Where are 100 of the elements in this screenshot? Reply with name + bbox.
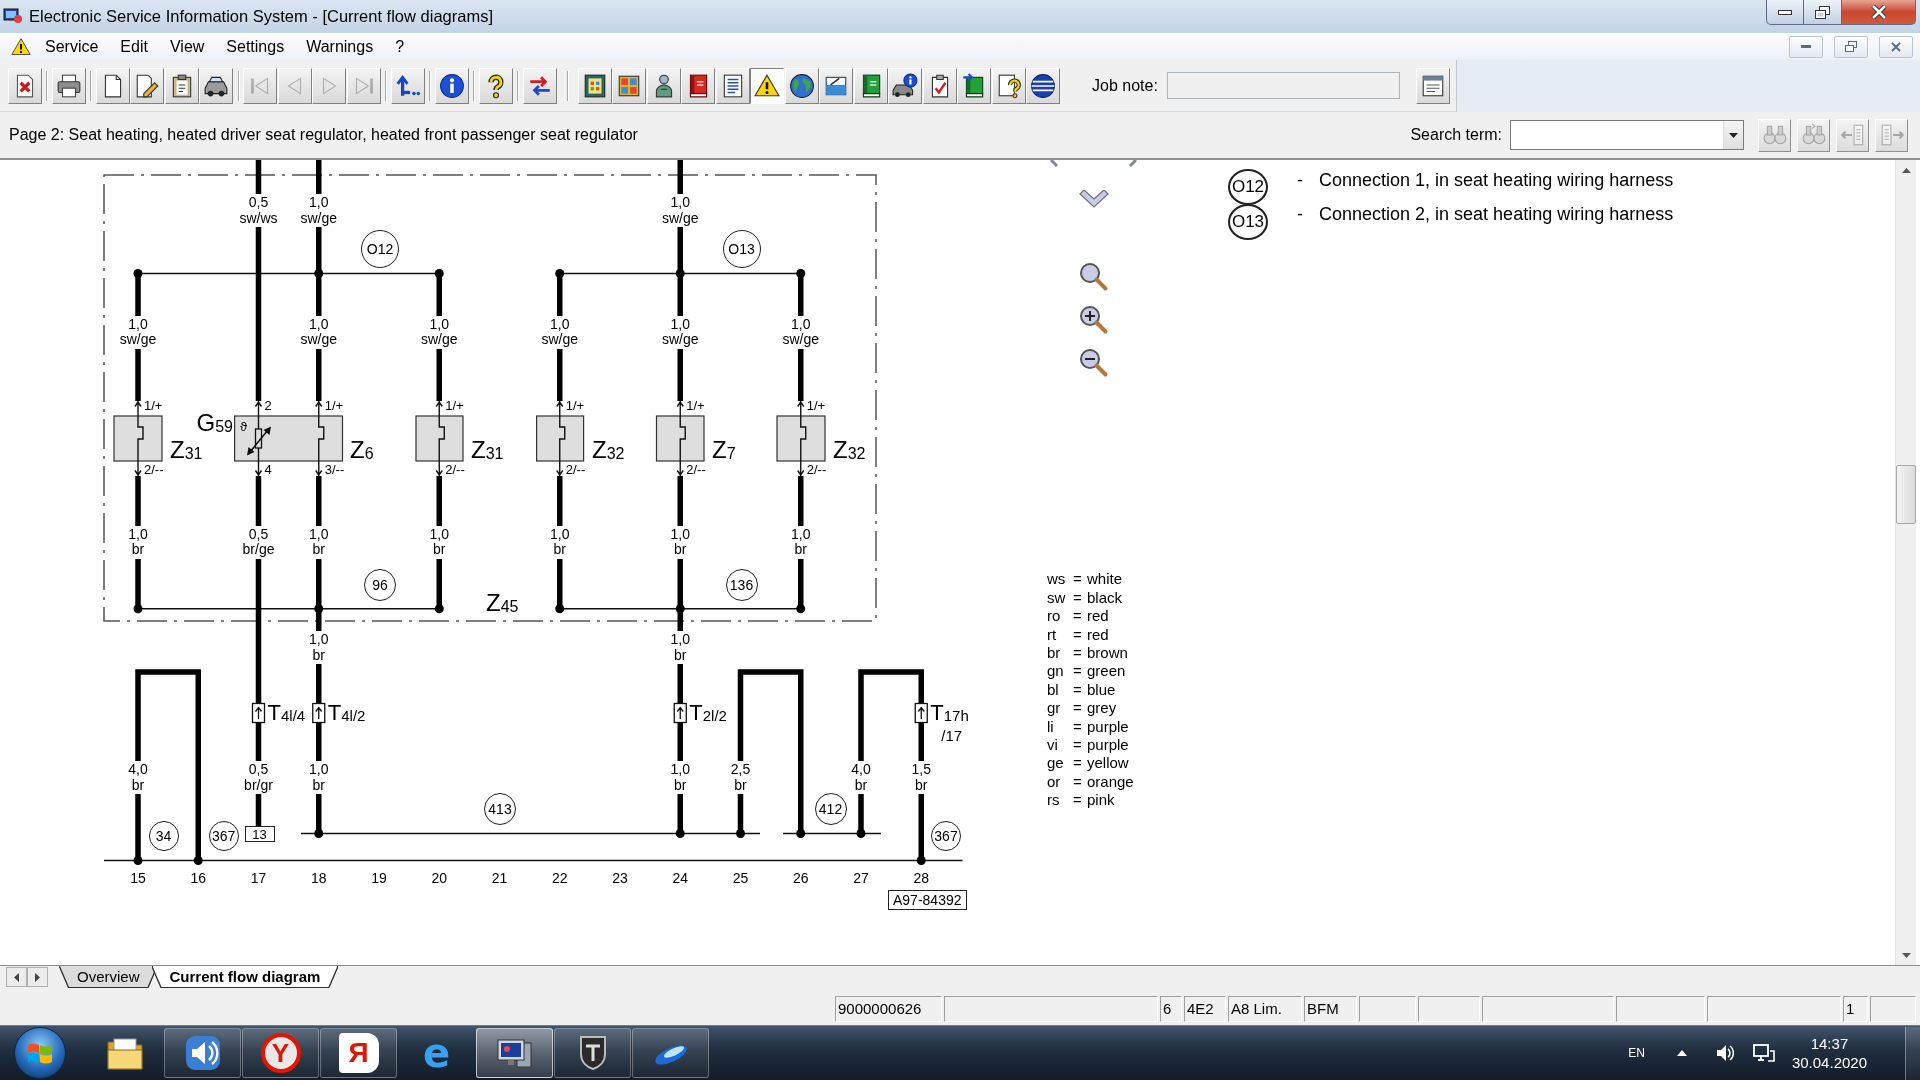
wire-label: 1,0 sw/ge [118,315,158,349]
restore-button[interactable] [1834,35,1868,58]
sheet-tab[interactable]: Overview [60,966,157,987]
minimize-button[interactable] [1789,35,1823,58]
new-page-button[interactable] [95,67,130,104]
window-button[interactable] [819,67,853,104]
pin-arrow-icon [315,400,323,417]
menu-item[interactable]: Service [34,35,110,58]
search-term-label: Search term: [1410,126,1502,144]
taskbar-button[interactable]: Y [242,1028,319,1078]
warning-icon [10,36,32,57]
pin-arrow-icon [254,400,263,417]
show-desktop-button[interactable] [1905,1026,1920,1080]
wire-label: 1,0 sw/ge [660,315,700,349]
wire-label: 1,0 br [669,525,691,559]
menu-item[interactable]: Settings [215,35,296,58]
status-panel: 6 [1160,996,1182,1022]
connection-marker: O13 [722,230,761,268]
help-document-button[interactable] [991,67,1026,104]
figure-button[interactable] [646,67,681,104]
color-key-entry: ro = red [1047,607,1109,626]
zoom-in-icon[interactable] [1078,304,1110,336]
striped-sphere-icon [1030,72,1056,99]
junction-dot [796,269,806,278]
pin-label: 1/+ [806,399,826,413]
menu-item[interactable]: Edit [109,35,159,58]
minimize-icon [1778,9,1792,15]
info-button[interactable] [434,67,469,104]
vehicle-button[interactable] [199,67,233,104]
menu-item[interactable]: Warnings [295,35,385,58]
pin-arrow-icon [435,400,443,417]
document-button[interactable] [577,67,612,104]
wire-label: 1,0 sw/ge [299,315,339,349]
taskbar-button[interactable]: Я [320,1028,397,1078]
pin-label: 2/-- [144,463,164,477]
edit-page-button[interactable] [130,67,164,104]
tab-scroll-button[interactable] [27,967,48,987]
wire-label: 0,5 br/ge [241,525,276,559]
grid-button[interactable] [612,67,646,104]
exit-button[interactable] [7,67,42,104]
magnifier-icon[interactable] [1078,261,1110,293]
sphere-button[interactable] [1026,67,1060,104]
warnings-button[interactable] [750,67,784,104]
close-button[interactable] [1842,0,1916,25]
swap-button[interactable] [522,67,557,104]
book-button[interactable] [681,67,715,104]
wire-label: 1,0 br [790,525,812,559]
list-button[interactable] [715,67,750,104]
column-number: 22 [551,870,568,886]
help-button[interactable] [478,67,513,104]
clock-date[interactable]: 30.04.2020 [1791,1053,1867,1072]
connection-marker: 367 [208,821,239,851]
junction-dot [193,856,203,865]
clipboard-button[interactable] [922,67,957,104]
clipboard-button[interactable] [164,67,199,104]
column-number: 26 [792,870,809,886]
column-number: 20 [431,870,448,886]
taskbar-button[interactable] [554,1028,631,1078]
warning-icon [754,72,780,99]
taskbar-button[interactable] [476,1028,553,1078]
language-indicator[interactable]: EN [1628,1046,1645,1060]
chevron-down-icon[interactable] [1079,190,1109,208]
wire-label: 1,0 sw/ge [419,315,459,349]
job-note-button[interactable] [1415,67,1450,104]
color-key-entry: gn = green [1047,662,1126,681]
letter-logo: e [421,1033,452,1073]
caret-up-icon [1901,167,1911,173]
restore-button[interactable] [1804,0,1842,25]
tab-scroll-button[interactable] [6,967,27,987]
status-panel: 1 [1843,996,1868,1022]
job-note-field[interactable] [1166,72,1400,99]
close-icon [1870,5,1887,19]
heater-symbol [776,415,826,462]
color-key-entry: ge = yellow [1047,754,1129,773]
monitor-icon [3,7,23,25]
book-button[interactable] [853,67,888,104]
monitor-icon[interactable] [1752,1043,1775,1063]
taskbar-button[interactable]: e [398,1028,475,1078]
speaker-icon[interactable] [1714,1043,1735,1063]
color-key-entry: ws = white [1047,570,1123,589]
print-button[interactable] [51,67,86,104]
level-up-button[interactable] [390,67,425,104]
pin-arrow-icon [435,460,443,477]
taskbar-button[interactable] [164,1028,241,1078]
dropdown-button[interactable] [1723,121,1743,149]
zoom-out-icon[interactable] [1078,347,1110,379]
globe-button[interactable] [784,67,819,104]
scroll-thumb[interactable] [1896,465,1916,524]
clock-time[interactable]: 14:37 [1810,1034,1849,1053]
menu-item[interactable]: View [158,35,216,58]
column-number: 27 [853,870,869,886]
minimize-button[interactable] [1766,0,1804,25]
sheet-tab[interactable]: Current flow diagram [152,966,338,987]
book-link-button[interactable] [957,67,991,104]
taskbar-button[interactable] [632,1028,709,1078]
menu-item[interactable]: ? [384,35,416,58]
start-button[interactable] [14,1027,66,1079]
vehicle-info-button[interactable] [888,67,922,104]
close-button[interactable] [1879,35,1913,58]
search-term-field[interactable] [1510,120,1744,150]
